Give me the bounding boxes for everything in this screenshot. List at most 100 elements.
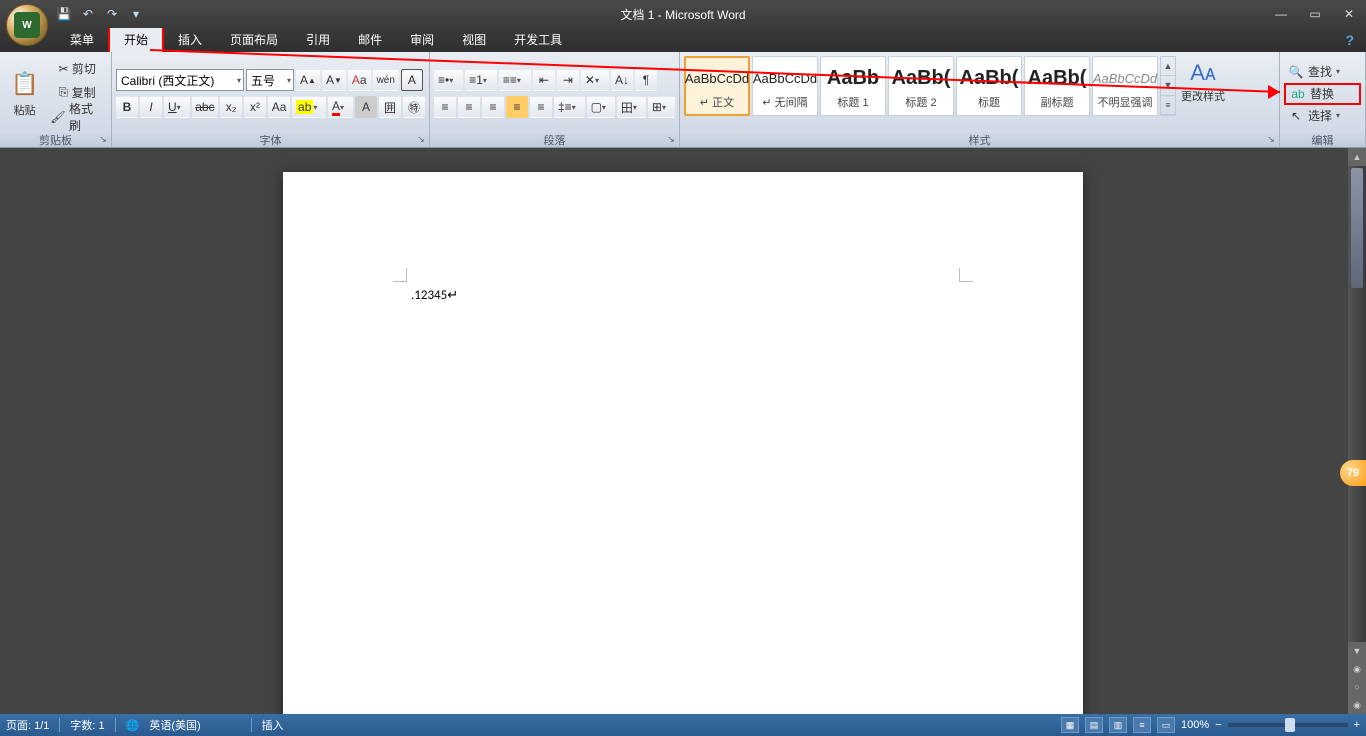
insert-mode[interactable]: 插入 — [262, 717, 284, 733]
char-box-button[interactable]: 囲 — [379, 96, 401, 118]
align-center-button[interactable]: ≡ — [458, 96, 480, 118]
paragraph-launcher-icon[interactable]: ↘ — [665, 133, 677, 145]
style-gallery-nav[interactable]: ▲ ▼ ≡ — [1160, 56, 1176, 116]
web-layout-view-icon[interactable]: ▥ — [1109, 717, 1127, 733]
grow-font-button[interactable]: A▲ — [296, 69, 320, 91]
office-button[interactable]: W — [6, 4, 48, 46]
styles-launcher-icon[interactable]: ↘ — [1265, 133, 1277, 145]
char-shading-button[interactable]: A — [355, 96, 377, 118]
vertical-scrollbar[interactable]: ▲ ▼ ◉ ○ ◉ — [1348, 148, 1366, 714]
phonetic-button[interactable]: wén — [373, 69, 399, 91]
document-text[interactable]: .12345↵ — [411, 288, 458, 303]
style-item-4[interactable]: AaBb(标题 — [956, 56, 1022, 116]
align-justify-button[interactable]: ≡ — [506, 96, 528, 118]
assist-badge[interactable]: 79 — [1340, 460, 1366, 486]
cut-button[interactable]: ✂ 剪切 — [47, 58, 107, 80]
language-indicator[interactable]: 英语(美国) — [149, 717, 200, 733]
line-spacing-button[interactable]: ‡≡▾ — [554, 96, 585, 118]
tabs-button[interactable]: ⊞▾ — [648, 96, 675, 118]
strikethrough-button[interactable]: abc — [192, 96, 218, 118]
tab-home[interactable]: 开始 — [108, 25, 164, 52]
show-marks-button[interactable]: ¶ — [635, 69, 657, 91]
sort-button[interactable]: A↓ — [611, 69, 633, 91]
subscript-button[interactable]: x₂ — [220, 96, 242, 118]
italic-button[interactable]: I — [140, 96, 162, 118]
bullets-button[interactable]: ≡•▾ — [434, 69, 463, 91]
highlight-button[interactable]: ab▾ — [292, 96, 326, 118]
full-screen-view-icon[interactable]: ▤ — [1085, 717, 1103, 733]
underline-button[interactable]: U▾ — [164, 96, 190, 118]
style-item-0[interactable]: AaBbCcDd↵ 正文 — [684, 56, 750, 116]
gallery-down-icon[interactable]: ▼ — [1161, 76, 1175, 95]
help-icon[interactable]: ? — [1345, 32, 1354, 48]
bold-button[interactable]: B — [116, 96, 138, 118]
browse-object-icon[interactable]: ○ — [1348, 678, 1366, 696]
tab-page-layout[interactable]: 页面布局 — [216, 27, 292, 52]
font-size-combo[interactable]: 五号▾ — [246, 69, 294, 91]
scroll-down-icon[interactable]: ▼ — [1348, 642, 1366, 660]
tab-menu[interactable]: 菜单 — [56, 27, 108, 52]
word-count[interactable]: 字数: 1 — [70, 717, 104, 733]
font-name-combo[interactable]: Calibri (西文正文)▾ — [116, 69, 244, 91]
gallery-more-icon[interactable]: ≡ — [1161, 96, 1175, 115]
prev-page-icon[interactable]: ◉ — [1348, 660, 1366, 678]
page[interactable]: .12345↵ — [283, 172, 1083, 714]
tab-review[interactable]: 审阅 — [396, 27, 448, 52]
style-item-1[interactable]: AaBbCcDd↵ 无间隔 — [752, 56, 818, 116]
redo-icon[interactable]: ↷ — [104, 6, 120, 22]
asian-layout-button[interactable]: ✕▾ — [581, 69, 609, 91]
indent-left-button[interactable]: ⇤ — [533, 69, 555, 91]
char-border-button[interactable]: A — [401, 69, 423, 91]
style-item-3[interactable]: AaBb(标题 2 — [888, 56, 954, 116]
close-button[interactable]: ✕ — [1332, 4, 1366, 24]
print-layout-view-icon[interactable]: ▦ — [1061, 717, 1079, 733]
document-area[interactable]: .12345↵ — [0, 148, 1366, 714]
change-case-button[interactable]: Aa — [268, 96, 290, 118]
next-page-icon[interactable]: ◉ — [1348, 696, 1366, 714]
outline-view-icon[interactable]: ≡ — [1133, 717, 1151, 733]
zoom-out-button[interactable]: − — [1215, 719, 1221, 731]
minimize-button[interactable]: — — [1264, 4, 1298, 24]
format-painter-button[interactable]: 🖌 格式刷 — [47, 106, 107, 128]
undo-icon[interactable]: ↶ — [80, 6, 96, 22]
borders-button[interactable]: 田▾ — [617, 96, 646, 118]
tab-mailings[interactable]: 邮件 — [344, 27, 396, 52]
draft-view-icon[interactable]: ▭ — [1157, 717, 1175, 733]
style-item-6[interactable]: AaBbCcDd不明显强调 — [1092, 56, 1158, 116]
numbering-button[interactable]: ≡1▾ — [465, 69, 497, 91]
tab-view[interactable]: 视图 — [448, 27, 500, 52]
tab-references[interactable]: 引用 — [292, 27, 344, 52]
align-right-button[interactable]: ≡ — [482, 96, 504, 118]
zoom-level[interactable]: 100% — [1181, 719, 1209, 731]
enclose-char-button[interactable]: ㊕ — [403, 96, 425, 118]
superscript-button[interactable]: x² — [244, 96, 266, 118]
font-color-button[interactable]: A▾ — [328, 96, 353, 118]
align-left-button[interactable]: ≡ — [434, 96, 456, 118]
align-distribute-button[interactable]: ≡ — [530, 96, 552, 118]
scroll-up-icon[interactable]: ▲ — [1348, 148, 1366, 166]
tab-insert[interactable]: 插入 — [164, 27, 216, 52]
save-icon[interactable]: 💾 — [56, 6, 72, 22]
change-styles-button[interactable]: Aᴀ 更改样式 — [1178, 56, 1228, 104]
maximize-button[interactable]: ▭ — [1298, 4, 1332, 24]
indent-right-button[interactable]: ⇥ — [557, 69, 579, 91]
select-button[interactable]: ↖ 选择▾ — [1284, 105, 1361, 127]
tab-developer[interactable]: 开发工具 — [500, 27, 576, 52]
multilevel-button[interactable]: ≡≡▾ — [499, 69, 531, 91]
zoom-in-button[interactable]: + — [1354, 719, 1360, 731]
page-indicator[interactable]: 页面: 1/1 — [6, 717, 49, 733]
paste-button[interactable]: 📋 粘贴 — [4, 54, 45, 131]
scroll-thumb[interactable] — [1351, 168, 1363, 288]
find-button[interactable]: 🔍 查找▾ — [1284, 61, 1361, 83]
replace-button[interactable]: ab 替换 — [1284, 83, 1361, 105]
font-launcher-icon[interactable]: ↘ — [415, 133, 427, 145]
shrink-font-button[interactable]: A▼ — [322, 69, 346, 91]
style-item-5[interactable]: AaBb(副标题 — [1024, 56, 1090, 116]
clipboard-launcher-icon[interactable]: ↘ — [97, 133, 109, 145]
zoom-slider[interactable] — [1228, 723, 1348, 727]
clear-format-button[interactable]: Aa — [348, 69, 371, 91]
shading-button[interactable]: ▢▾ — [587, 96, 615, 118]
style-item-2[interactable]: AaBb标题 1 — [820, 56, 886, 116]
gallery-up-icon[interactable]: ▲ — [1161, 57, 1175, 76]
qat-more-icon[interactable]: ▾ — [128, 6, 144, 22]
